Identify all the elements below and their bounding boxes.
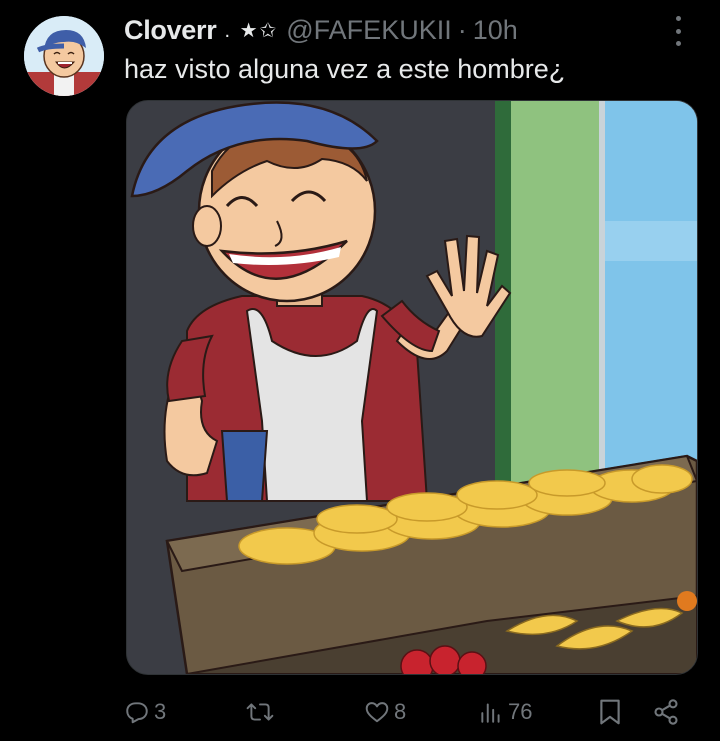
tweet-header: Cloverr . ★✩ @FAFEKUKII · 10h xyxy=(124,12,518,48)
name-emoji: . ★✩ xyxy=(224,19,279,42)
views-count: 76 xyxy=(508,699,533,724)
tweet-media[interactable] xyxy=(126,100,698,675)
tweet[interactable]: Cloverr . ★✩ @FAFEKUKII · 10h haz visto … xyxy=(0,0,720,741)
like-button[interactable]: 8 xyxy=(364,692,406,732)
share-button[interactable] xyxy=(652,692,680,732)
like-count: 8 xyxy=(394,699,407,724)
reply-icon xyxy=(126,702,148,724)
retweet-button[interactable] xyxy=(246,692,274,732)
bookmark-icon xyxy=(600,699,620,725)
avatar[interactable] xyxy=(24,16,104,96)
handle[interactable]: @FAFEKUKII xyxy=(286,15,451,46)
bookmark-button[interactable] xyxy=(598,692,622,732)
views-button[interactable]: 76 xyxy=(478,692,532,732)
heart-icon xyxy=(365,702,389,723)
cartoon-illustration xyxy=(127,101,697,674)
display-name[interactable]: Cloverr xyxy=(124,15,217,46)
reply-count: 3 xyxy=(154,699,167,724)
reply-button[interactable]: 3 xyxy=(124,692,166,732)
share-icon xyxy=(654,699,678,725)
timestamp[interactable]: 10h xyxy=(473,15,518,46)
views-icon xyxy=(481,703,500,723)
separator: · xyxy=(457,14,467,45)
more-icon[interactable] xyxy=(668,16,688,46)
tweet-text: haz visto alguna vez a este hombre¿ xyxy=(124,54,566,84)
avatar-image xyxy=(24,16,104,96)
retweet-icon xyxy=(246,703,274,721)
action-bar: 3 8 76 xyxy=(120,692,690,732)
